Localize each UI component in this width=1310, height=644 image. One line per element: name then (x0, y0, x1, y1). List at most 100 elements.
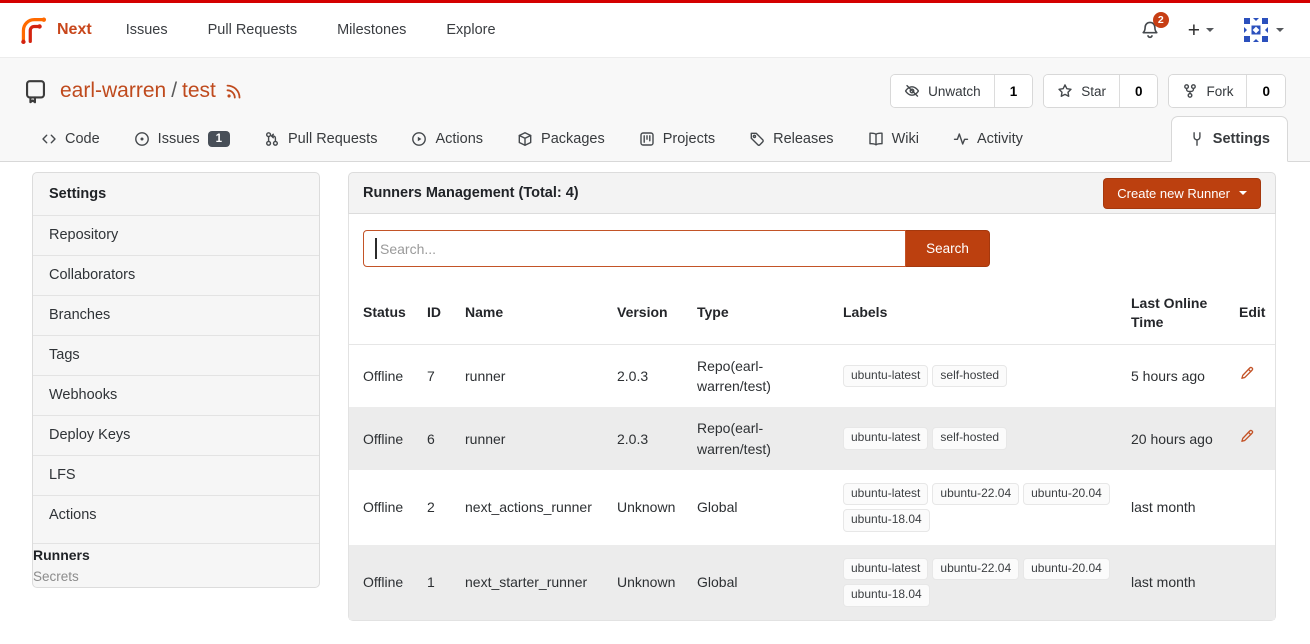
create-new-menu[interactable]: + (1188, 20, 1214, 41)
create-runner-button[interactable]: Create new Runner (1103, 178, 1261, 209)
sidebar-item-repository[interactable]: Repository (33, 216, 319, 256)
pulse-icon (953, 131, 969, 147)
unwatch-button[interactable]: Unwatch (891, 75, 995, 107)
runner-labels: ubuntu-latestubuntu-22.04ubuntu-20.04ubu… (835, 470, 1123, 545)
text-cursor (375, 238, 377, 259)
tab-label: Settings (1213, 131, 1270, 147)
unwatch-label: Unwatch (928, 84, 981, 99)
play-circle-icon (411, 131, 427, 147)
repo-header: earl-warren / test Unwatch 1 Star 0 Fork… (0, 58, 1310, 116)
runner-version: Unknown (609, 470, 689, 545)
edit-runner-button[interactable] (1239, 366, 1254, 381)
nav-item-pull-requests[interactable]: Pull Requests (188, 22, 317, 38)
runner-edit-cell (1231, 470, 1275, 545)
brand-label[interactable]: Next (57, 21, 92, 39)
caret-down-icon (1206, 28, 1214, 32)
caret-down-icon (1276, 28, 1284, 32)
nav-item-explore[interactable]: Explore (426, 22, 515, 38)
tab-settings[interactable]: Settings (1171, 116, 1288, 162)
tab-projects[interactable]: Projects (622, 116, 732, 161)
runner-edit-cell (1231, 344, 1275, 407)
tab-label: Issues (158, 131, 200, 147)
user-menu[interactable] (1242, 16, 1284, 44)
star-button-group: Star 0 (1043, 74, 1158, 108)
sidebar-subitem-secrets[interactable]: Secrets (33, 566, 319, 587)
fork-count[interactable]: 0 (1247, 75, 1285, 107)
tab-wiki[interactable]: Wiki (851, 116, 936, 161)
tab-label: Packages (541, 131, 605, 147)
repo-owner-link[interactable]: earl-warren (60, 79, 166, 103)
label-chip: ubuntu-18.04 (843, 509, 930, 531)
nav-item-issues[interactable]: Issues (106, 22, 188, 38)
tab-count-badge: 1 (208, 131, 230, 147)
settings-sidebar: Settings Repository Collaborators Branch… (32, 172, 320, 588)
sidebar-item-webhooks[interactable]: Webhooks (33, 376, 319, 416)
label-chip: self-hosted (932, 427, 1007, 449)
runner-labels: ubuntu-latestself-hosted (835, 344, 1123, 407)
col-header-version: Version (609, 282, 689, 344)
runners-table: StatusIDNameVersionTypeLabelsLast Online… (349, 282, 1275, 620)
tab-packages[interactable]: Packages (500, 116, 622, 161)
label-chip: ubuntu-22.04 (932, 558, 1019, 580)
nav-item-milestones[interactable]: Milestones (317, 22, 426, 38)
sidebar-item-actions[interactable]: Actions (33, 496, 319, 544)
tab-activity[interactable]: Activity (936, 116, 1040, 161)
sidebar-item-tags[interactable]: Tags (33, 336, 319, 376)
search-button[interactable]: Search (905, 230, 990, 267)
search-input[interactable] (363, 230, 906, 267)
tab-releases[interactable]: Releases (732, 116, 850, 161)
table-header-row: StatusIDNameVersionTypeLabelsLast Online… (349, 282, 1275, 344)
table-head: StatusIDNameVersionTypeLabelsLast Online… (349, 282, 1275, 344)
star-count[interactable]: 0 (1120, 75, 1158, 107)
runner-last-online: 20 hours ago (1123, 407, 1231, 470)
tab-pull-requests[interactable]: Pull Requests (247, 116, 394, 161)
runner-type: Global (689, 470, 835, 545)
sidebar-item-branches[interactable]: Branches (33, 296, 319, 336)
sidebar-item-deploy-keys[interactable]: Deploy Keys (33, 416, 319, 456)
runner-version: 2.0.3 (609, 344, 689, 407)
sidebar-subitem-runners[interactable]: Runners (33, 544, 319, 566)
runner-edit-cell (1231, 545, 1275, 620)
unwatch-count[interactable]: 1 (995, 75, 1033, 107)
edit-runner-button[interactable] (1239, 429, 1254, 444)
sidebar-item-label: Repository (49, 227, 118, 243)
repo-header-band: earl-warren / test Unwatch 1 Star 0 Fork… (0, 58, 1310, 162)
sidebar-item-collaborators[interactable]: Collaborators (33, 256, 319, 296)
repo-separator: / (171, 79, 177, 103)
tag-icon (749, 131, 765, 147)
plus-icon: + (1188, 20, 1200, 41)
page-content: Settings Repository Collaborators Branch… (0, 162, 1310, 621)
tab-code[interactable]: Code (24, 116, 117, 161)
runner-id: 2 (419, 470, 457, 545)
project-icon (639, 131, 655, 147)
runner-last-online: last month (1123, 545, 1231, 620)
runner-type: Repo(earl-warren/test) (689, 344, 835, 407)
sidebar-item-label: Actions (49, 507, 97, 523)
runner-name: next_actions_runner (457, 470, 609, 545)
col-header-status: Status (349, 282, 419, 344)
runner-edit-cell (1231, 407, 1275, 470)
eye-slash-icon (904, 83, 920, 99)
sidebar-item-lfs[interactable]: LFS (33, 456, 319, 496)
tab-issues[interactable]: Issues 1 (117, 116, 247, 161)
runner-name: runner (457, 344, 609, 407)
tab-label: Actions (435, 131, 483, 147)
sidebar-header: Settings (33, 173, 319, 216)
rss-feed-icon[interactable] (225, 82, 243, 100)
label-chip: ubuntu-latest (843, 483, 928, 505)
tab-actions[interactable]: Actions (394, 116, 500, 161)
forgejo-logo-icon[interactable] (18, 15, 49, 46)
avatar (1242, 16, 1270, 44)
col-header-name: Name (457, 282, 609, 344)
book-icon (868, 131, 884, 147)
notifications-button[interactable]: 2 (1140, 20, 1160, 40)
star-label: Star (1081, 84, 1106, 99)
col-header-labels: Labels (835, 282, 1123, 344)
repo-name-link[interactable]: test (182, 79, 216, 103)
star-button[interactable]: Star (1044, 75, 1120, 107)
package-icon (517, 131, 533, 147)
runner-row: Offline 1 next_starter_runner Unknown Gl… (349, 545, 1275, 620)
fork-button[interactable]: Fork (1169, 75, 1247, 107)
runner-status: Offline (349, 545, 419, 620)
tab-label: Activity (977, 131, 1023, 147)
